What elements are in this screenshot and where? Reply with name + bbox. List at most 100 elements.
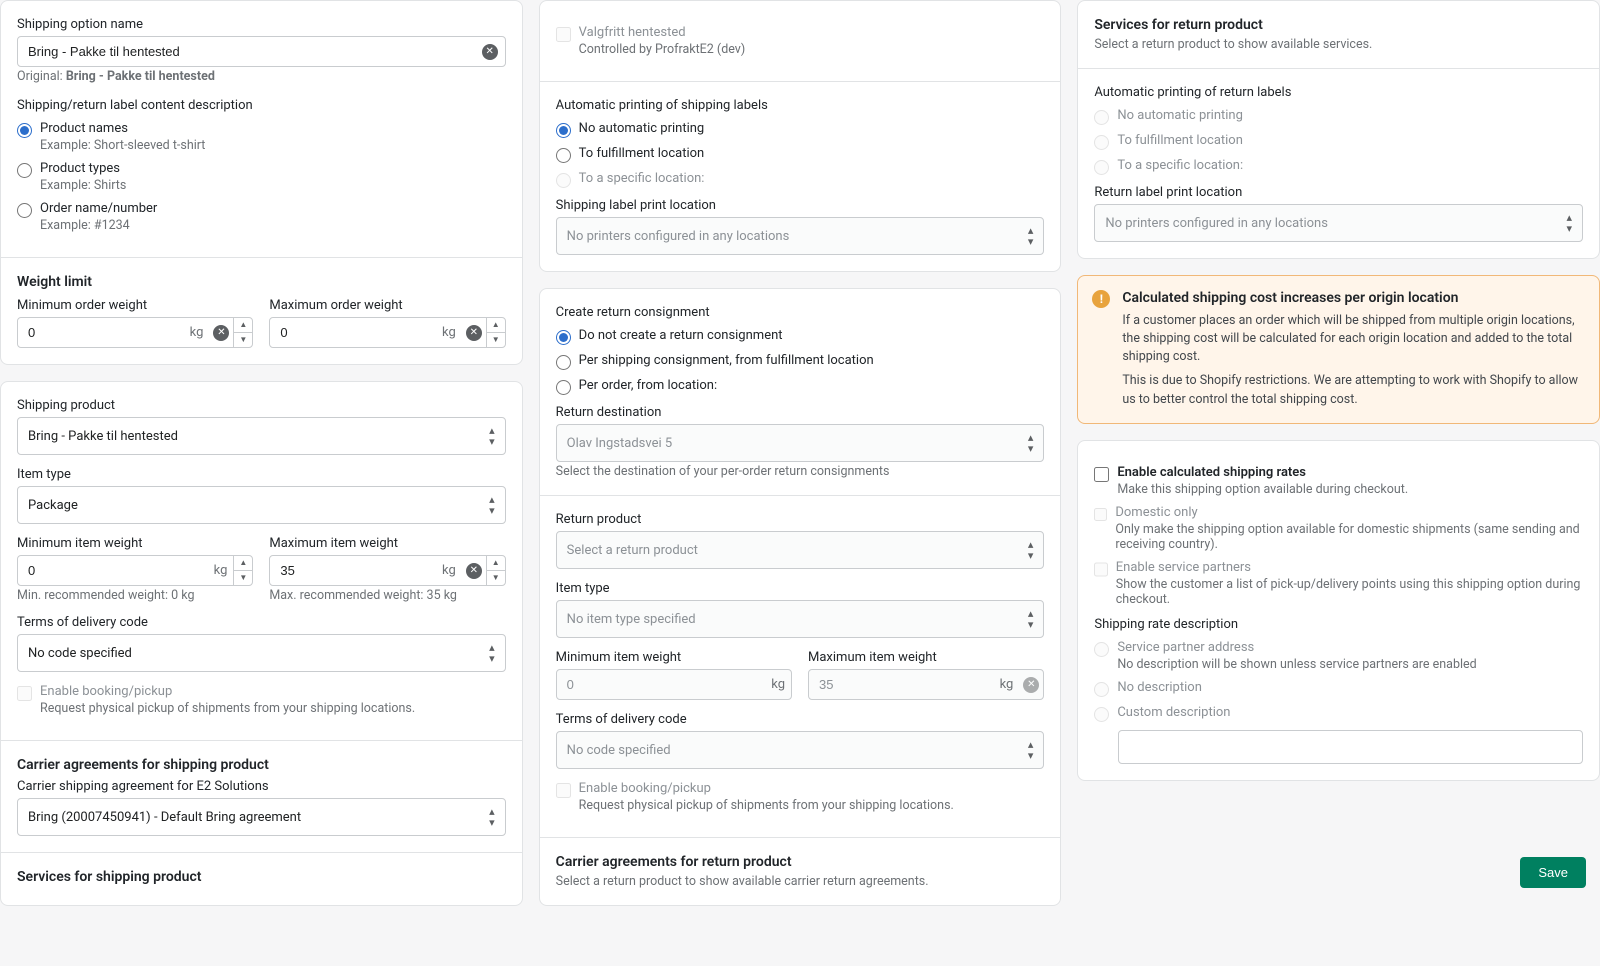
- shipping-option-name-input[interactable]: [17, 36, 506, 67]
- enable-calc-subtext: Make this shipping option available duri…: [1117, 482, 1408, 497]
- radio-rd-partner-subtext: No description will be shown unless serv…: [1117, 657, 1476, 672]
- radio-return-no-auto: [1094, 110, 1109, 125]
- radio-product-types-example: Example: Shirts: [40, 178, 126, 193]
- terms-label: Terms of delivery code: [17, 615, 506, 630]
- banner-text-2: This is due to Shopify restrictions. We …: [1122, 372, 1585, 408]
- stepper-up-icon[interactable]: ▲: [234, 556, 252, 571]
- stepper-up-icon[interactable]: ▲: [234, 318, 252, 333]
- chevron-updown-icon: ▴▾: [1028, 225, 1034, 247]
- domestic-only-label: Domestic only: [1115, 505, 1583, 520]
- stepper-up-icon[interactable]: ▲: [487, 318, 505, 333]
- r-item-type-label: Item type: [556, 581, 1045, 596]
- r-max-item-weight-label: Maximum item weight: [808, 650, 1044, 665]
- radio-return-to-fulfillment-label: To fulfillment location: [1117, 133, 1243, 148]
- min-item-weight-label: Minimum item weight: [17, 536, 253, 551]
- chevron-updown-icon: ▴▾: [1028, 608, 1034, 630]
- return-product-select: Select a return product ▴▾: [556, 531, 1045, 569]
- kg-unit: kg: [436, 318, 462, 347]
- carrier-agreement-label: Carrier shipping agreement for E2 Soluti…: [17, 779, 506, 794]
- r-min-item-weight-label: Minimum item weight: [556, 650, 792, 665]
- clear-icon[interactable]: ✕: [466, 325, 482, 341]
- radio-return-no-auto-label: No automatic printing: [1117, 108, 1243, 123]
- chevron-updown-icon: ▴▾: [489, 642, 495, 664]
- services-return-heading: Services for return product: [1094, 17, 1583, 33]
- r-terms-select: No code specified ▴▾: [556, 731, 1045, 769]
- radio-rc-none[interactable]: [556, 330, 571, 345]
- stepper-down-icon[interactable]: ▼: [234, 571, 252, 586]
- radio-to-specific: [556, 173, 571, 188]
- clear-icon: ✕: [1023, 677, 1039, 693]
- min-item-weight-input[interactable]: [18, 556, 208, 585]
- item-type-select[interactable]: Package ▴▾: [17, 486, 506, 524]
- stepper-down-icon[interactable]: ▼: [487, 571, 505, 586]
- save-button[interactable]: Save: [1520, 857, 1586, 888]
- radio-product-types-label: Product types: [40, 161, 126, 176]
- radio-order-name[interactable]: [17, 203, 32, 218]
- radio-rc-per-order[interactable]: [556, 380, 571, 395]
- radio-to-fulfillment-label: To fulfillment location: [579, 146, 705, 161]
- enable-booking-subtext: Request physical pickup of shipments fro…: [40, 701, 415, 716]
- enable-partners-label: Enable service partners: [1116, 560, 1583, 575]
- radio-return-to-fulfillment: [1094, 135, 1109, 150]
- stepper-down-icon[interactable]: ▼: [487, 333, 505, 348]
- shipping-option-name-label: Shipping option name: [17, 17, 506, 32]
- banner-heading: Calculated shipping cost increases per o…: [1122, 290, 1585, 306]
- radio-product-names[interactable]: [17, 123, 32, 138]
- r-enable-booking-label: Enable booking/pickup: [579, 781, 954, 796]
- chevron-updown-icon: ▴▾: [489, 494, 495, 516]
- domestic-only-checkbox: [1094, 507, 1107, 522]
- domestic-only-subtext: Only make the shipping option available …: [1115, 522, 1583, 552]
- r-carrier-subtext: Select a return product to show availabl…: [556, 874, 1045, 889]
- radio-rd-custom: [1094, 707, 1109, 722]
- radio-no-auto-print-label: No automatic printing: [579, 121, 705, 136]
- r-enable-booking-checkbox: [556, 783, 571, 798]
- warning-icon: !: [1092, 290, 1110, 308]
- radio-return-to-specific-label: To a specific location:: [1117, 158, 1243, 173]
- original-name-text: Original: Bring - Pakke til hentested: [17, 69, 506, 84]
- carrier-agreement-select[interactable]: Bring (20007450941) - Default Bring agre…: [17, 798, 506, 836]
- enable-calc-checkbox[interactable]: [1094, 467, 1109, 482]
- radio-rd-custom-label: Custom description: [1117, 705, 1230, 720]
- stepper-up-icon[interactable]: ▲: [487, 556, 505, 571]
- max-item-weight-label: Maximum item weight: [269, 536, 505, 551]
- enable-booking-label: Enable booking/pickup: [40, 684, 415, 699]
- clear-icon[interactable]: ✕: [466, 563, 482, 579]
- r-carrier-heading: Carrier agreements for return product: [556, 854, 1045, 870]
- print-location-label: Shipping label print location: [556, 198, 1045, 213]
- radio-rd-partner: [1094, 642, 1109, 657]
- auto-print-heading: Automatic printing of shipping labels: [556, 98, 1045, 113]
- return-product-label: Return product: [556, 512, 1045, 527]
- radio-to-specific-label: To a specific location:: [579, 171, 705, 186]
- clear-icon[interactable]: ✕: [213, 325, 229, 341]
- min-order-weight-input[interactable]: [18, 318, 184, 347]
- radio-product-names-example: Example: Short-sleeved t-shirt: [40, 138, 205, 153]
- radio-rd-none: [1094, 682, 1109, 697]
- r-item-type-select: No item type specified ▴▾: [556, 600, 1045, 638]
- clear-icon[interactable]: ✕: [482, 44, 498, 60]
- max-order-weight-input[interactable]: [270, 318, 436, 347]
- radio-product-names-label: Product names: [40, 121, 205, 136]
- radio-to-fulfillment[interactable]: [556, 148, 571, 163]
- return-consign-heading: Create return consignment: [556, 305, 1045, 320]
- return-print-loc-label: Return label print location: [1094, 185, 1583, 200]
- label-content-description-label: Shipping/return label content descriptio…: [17, 98, 506, 113]
- radio-rd-partner-label: Service partner address: [1117, 640, 1476, 655]
- kg-unit: kg: [436, 556, 462, 585]
- min-order-weight-label: Minimum order weight: [17, 298, 253, 313]
- radio-product-types[interactable]: [17, 163, 32, 178]
- shipping-product-select[interactable]: Bring - Pakke til hentested ▴▾: [17, 417, 506, 455]
- max-item-weight-input[interactable]: [270, 556, 436, 585]
- radio-no-auto-print[interactable]: [556, 123, 571, 138]
- max-reco-text: Max. recommended weight: 35 kg: [269, 588, 505, 603]
- radio-order-name-label: Order name/number: [40, 201, 157, 216]
- chevron-updown-icon: ▴▾: [1028, 539, 1034, 561]
- r-min-item-weight-input: [557, 670, 766, 699]
- chevron-updown-icon: ▴▾: [489, 425, 495, 447]
- radio-rc-per-ship[interactable]: [556, 355, 571, 370]
- warning-banner: ! Calculated shipping cost increases per…: [1077, 275, 1600, 424]
- services-shipping-heading: Services for shipping product: [17, 869, 506, 885]
- stepper-down-icon[interactable]: ▼: [234, 333, 252, 348]
- valgfritt-subtext: Controlled by ProfraktE2 (dev): [579, 42, 746, 57]
- radio-rc-per-order-label: Per order, from location:: [579, 378, 717, 393]
- terms-select[interactable]: No code specified ▴▾: [17, 634, 506, 672]
